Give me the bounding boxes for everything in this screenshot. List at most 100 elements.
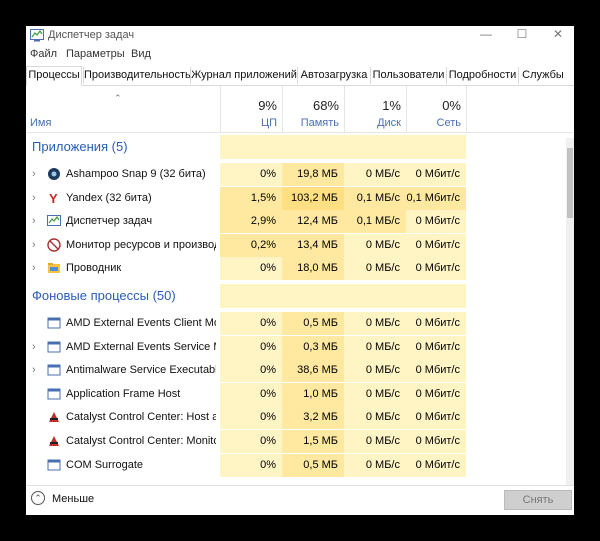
net-cell: 0 Мбит/с bbox=[406, 359, 466, 383]
net-cell: 0 Мбит/с bbox=[406, 233, 466, 257]
cpu-cell: 0% bbox=[220, 382, 282, 406]
cpu-label: ЦП bbox=[260, 117, 277, 129]
memory-total: 68% bbox=[312, 98, 339, 113]
process-name: Application Frame Host bbox=[66, 387, 181, 400]
disk-cell: 0 МБ/с bbox=[344, 335, 406, 359]
footer-bar: ⌃ Меньше Снять задачу bbox=[26, 485, 574, 515]
net-cell: 0 Мбит/с bbox=[406, 430, 466, 453]
expand-chevron-icon[interactable]: › bbox=[32, 168, 36, 180]
column-network[interactable]: 0% Сеть bbox=[406, 86, 466, 132]
heat-cell bbox=[406, 135, 466, 159]
disk-cell: 0 МБ/с bbox=[344, 406, 406, 430]
tab-users[interactable]: Пользователи bbox=[370, 67, 446, 84]
heat-cell bbox=[344, 135, 406, 159]
mem-cell: 18,0 МБ bbox=[282, 257, 344, 281]
process-row[interactable]: 0% 0,3 МБ 0 МБ/с 0 Мбит/с › AMD External Even… bbox=[26, 335, 574, 359]
net-cell: 0 Мбит/с bbox=[406, 312, 466, 335]
service-window-icon bbox=[47, 341, 61, 353]
process-row[interactable]: 0% 18,0 МБ 0 МБ/с 0 Мбит/с › Проводник bbox=[26, 257, 574, 281]
expand-chevron-icon[interactable]: › bbox=[32, 215, 36, 227]
mem-cell: 3,2 МБ bbox=[282, 406, 344, 430]
process-row[interactable]: 0% 38,6 МБ 0 МБ/с 0 Мбит/с › Antimalware Serv… bbox=[26, 359, 574, 383]
net-cell: 0,1 Мбит/с bbox=[406, 186, 466, 210]
column-cpu[interactable]: 9% ЦП bbox=[220, 86, 282, 132]
mem-cell: 19,8 МБ bbox=[282, 163, 344, 186]
mem-cell: 38,6 МБ bbox=[282, 359, 344, 383]
cpu-cell: 0% bbox=[220, 430, 282, 453]
process-row[interactable]: 0% 1,0 МБ 0 МБ/с 0 Мбит/с Application Frame … bbox=[26, 382, 574, 406]
vertical-scrollbar[interactable] bbox=[566, 138, 574, 485]
yandex-icon: Y bbox=[49, 191, 58, 205]
maximize-button[interactable]: ☐ bbox=[506, 26, 538, 44]
process-row[interactable]: 0% 0,5 МБ 0 МБ/с 0 Мбит/с AMD External Event… bbox=[26, 312, 574, 335]
scrollbar-thumb[interactable] bbox=[567, 148, 573, 218]
tab-processes[interactable]: Процессы bbox=[26, 66, 82, 86]
resource-monitor-icon bbox=[47, 238, 61, 252]
network-total: 0% bbox=[442, 98, 461, 113]
process-row[interactable]: 0% 3,2 МБ 0 МБ/с 0 Мбит/с Catalyst Control C… bbox=[26, 406, 574, 430]
heat-cell bbox=[220, 284, 282, 308]
process-row[interactable]: 0% 0,5 МБ 0 МБ/с 0 Мбит/с COM Surrogate bbox=[26, 453, 574, 477]
tab-performance[interactable]: Производительность bbox=[83, 67, 191, 84]
process-row[interactable]: 0,2% 13,4 МБ 0 МБ/с 0 Мбит/с › Монитор ресурс… bbox=[26, 233, 574, 257]
process-row[interactable]: 0% 1,5 МБ 0 МБ/с 0 Мбит/с Catalyst Control C… bbox=[26, 430, 574, 453]
process-row[interactable]: 2,9% 12,4 МБ 0,1 МБ/с 0 Мбит/с › Диспетчер за… bbox=[26, 210, 574, 234]
disk-cell: 0 МБ/с bbox=[344, 257, 406, 281]
ashampoo-icon bbox=[48, 168, 60, 180]
process-list: Приложения (5) 0% 19,8 МБ 0 МБ/с 0 Мбит/с › As… bbox=[26, 133, 574, 485]
column-header-row: ⌃ Имя 9% ЦП 68% Память 1% Диск 0% Сеть bbox=[26, 86, 574, 133]
menu-options[interactable]: Параметры bbox=[66, 48, 125, 60]
sort-ascending-icon[interactable]: ⌃ bbox=[114, 93, 122, 104]
tab-details[interactable]: Подробности bbox=[446, 67, 518, 84]
tab-app-history[interactable]: Журнал приложений bbox=[190, 67, 297, 84]
process-name: Проводник bbox=[66, 262, 122, 275]
process-name: Диспетчер задач bbox=[66, 215, 153, 228]
column-disk[interactable]: 1% Диск bbox=[344, 86, 406, 132]
service-window-icon bbox=[47, 459, 61, 471]
heat-cell bbox=[344, 284, 406, 308]
disk-cell: 0 МБ/с bbox=[344, 233, 406, 257]
tab-startup[interactable]: Автозагрузка bbox=[297, 67, 370, 84]
menu-view[interactable]: Вид bbox=[131, 48, 151, 60]
column-name[interactable]: Имя bbox=[30, 117, 51, 129]
mem-cell: 13,4 МБ bbox=[282, 233, 344, 257]
column-spacer bbox=[466, 86, 566, 132]
cpu-cell: 0% bbox=[220, 453, 282, 477]
minimize-button[interactable]: — bbox=[470, 26, 502, 44]
process-name: Yandex (32 бита) bbox=[66, 191, 152, 204]
expand-chevron-icon[interactable]: › bbox=[32, 262, 36, 274]
service-window-icon bbox=[47, 364, 61, 376]
mem-cell: 0,5 МБ bbox=[282, 312, 344, 335]
tab-services[interactable]: Службы bbox=[518, 67, 567, 84]
service-window-icon bbox=[47, 388, 61, 400]
cpu-cell: 1,5% bbox=[220, 186, 282, 210]
end-task-button[interactable]: Снять задачу bbox=[504, 490, 572, 515]
heat-cell bbox=[282, 135, 344, 159]
mem-cell: 1,0 МБ bbox=[282, 382, 344, 406]
heat-cell bbox=[406, 284, 466, 308]
mem-cell: 1,5 МБ bbox=[282, 430, 344, 453]
disk-cell: 0 МБ/с bbox=[344, 163, 406, 186]
cpu-cell: 2,9% bbox=[220, 210, 282, 234]
window-title: Диспетчер задач bbox=[48, 29, 135, 41]
expand-chevron-icon[interactable]: › bbox=[32, 239, 36, 251]
tab-strip: Процессы Производительность Журнал прило… bbox=[26, 66, 574, 86]
menu-file[interactable]: Файл bbox=[30, 48, 57, 60]
expand-chevron-icon[interactable]: › bbox=[32, 341, 36, 353]
process-row[interactable]: 0% 19,8 МБ 0 МБ/с 0 Мбит/с › Ashampoo Snap 9 … bbox=[26, 163, 574, 186]
expand-chevron-icon[interactable]: › bbox=[32, 192, 36, 204]
section-header[interactable]: Фоновые процессы (50) bbox=[26, 284, 574, 308]
disk-cell: 0,1 МБ/с bbox=[344, 186, 406, 210]
expand-chevron-icon[interactable]: › bbox=[32, 364, 36, 376]
task-manager-window: Диспетчер задач — ☐ ✕ Файл Параметры Вид… bbox=[26, 26, 574, 515]
net-cell: 0 Мбит/с bbox=[406, 382, 466, 406]
process-row[interactable]: 1,5% 103,2 МБ 0,1 МБ/с 0,1 Мбит/с › Y Yandex (… bbox=[26, 186, 574, 210]
cpu-cell: 0% bbox=[220, 312, 282, 335]
fewer-details-link[interactable]: Меньше bbox=[52, 493, 94, 505]
net-cell: 0 Мбит/с bbox=[406, 257, 466, 281]
close-button[interactable]: ✕ bbox=[542, 26, 574, 44]
collapse-up-icon[interactable]: ⌃ bbox=[31, 491, 45, 505]
column-memory[interactable]: 68% Память bbox=[282, 86, 344, 132]
disk-total: 1% bbox=[382, 98, 401, 113]
section-header[interactable]: Приложения (5) bbox=[26, 135, 574, 159]
